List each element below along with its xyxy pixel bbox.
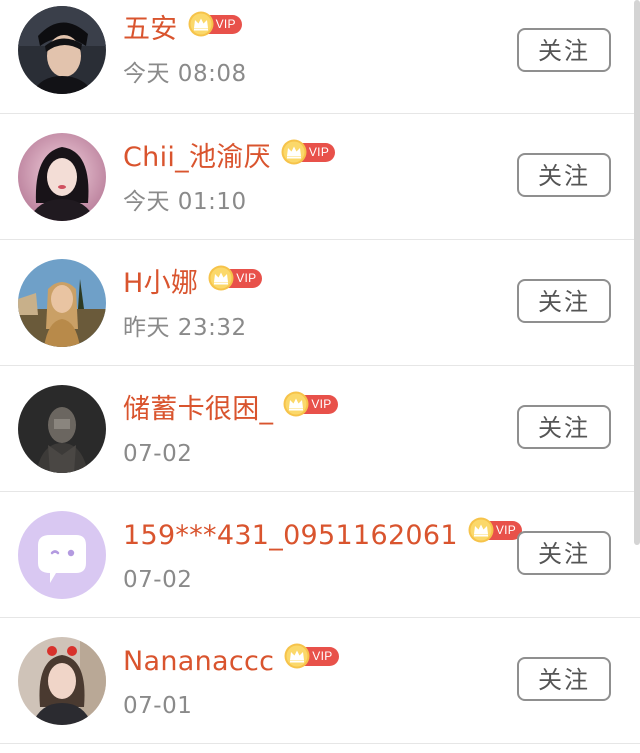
scrollbar[interactable] [634,0,640,545]
avatar[interactable] [18,637,106,725]
default-avatar-chat-bubble-icon [18,511,106,599]
follow-time: 07-01 [123,693,193,719]
user-name[interactable]: H小娜 [123,264,198,304]
follow-button[interactable]: 关注 [517,28,611,72]
vip-badge: VIP [283,391,338,417]
name-line: 159***431_0951162061 VIP [123,516,523,556]
name-line: 五安 VIP [123,10,242,50]
user-name[interactable]: Nananaccc [123,642,274,682]
list-item[interactable]: 储蓄卡很困_ VIP 07-02 关注 [0,366,640,492]
list-item[interactable]: 159***431_0951162061 VIP 07-02 关注 [0,492,640,618]
name-line: 储蓄卡很困_ VIP [123,390,338,430]
crown-icon [188,11,214,37]
follow-button[interactable]: 关注 [517,531,611,575]
name-line: Nananaccc VIP [123,642,339,682]
following-list: 五安 VIP 今天 08:08 关注 Chii_池渝厌 VIP 今天 01:10… [0,0,640,744]
follow-button[interactable]: 关注 [517,657,611,701]
avatar[interactable] [18,133,106,221]
follow-time: 07-02 [123,441,193,467]
male-portrait-icon [18,6,106,94]
user-name[interactable]: Chii_池渝厌 [123,138,271,178]
vip-badge: VIP [284,643,339,669]
list-item[interactable]: Chii_池渝厌 VIP 今天 01:10 关注 [0,114,640,240]
follow-time: 今天 01:10 [123,189,247,215]
female-portrait-icon [18,133,106,221]
crown-icon [283,391,309,417]
follow-time: 今天 08:08 [123,61,247,87]
follow-button[interactable]: 关注 [517,405,611,449]
avatar[interactable] [18,385,106,473]
dark-portrait-icon [18,385,106,473]
crown-icon [281,139,307,165]
crown-icon [208,265,234,291]
vip-badge: VIP [208,265,263,291]
user-name[interactable]: 五安 [123,10,178,50]
follow-button[interactable]: 关注 [517,153,611,197]
avatar[interactable] [18,6,106,94]
female-selfie-portrait-icon [18,637,106,725]
list-item[interactable]: 五安 VIP 今天 08:08 关注 [0,0,640,114]
avatar[interactable] [18,259,106,347]
list-item[interactable]: Nananaccc VIP 07-01 关注 [0,618,640,744]
vip-badge: VIP [468,517,523,543]
follow-time: 07-02 [123,567,193,593]
vip-badge: VIP [281,139,336,165]
name-line: Chii_池渝厌 VIP [123,138,336,178]
crown-icon [468,517,494,543]
vip-badge: VIP [188,11,242,37]
follow-button[interactable]: 关注 [517,279,611,323]
female-outdoor-portrait-icon [18,259,106,347]
follow-time: 昨天 23:32 [123,315,247,341]
avatar[interactable] [18,511,106,599]
name-line: H小娜 VIP [123,264,263,304]
crown-icon [284,643,310,669]
list-item[interactable]: H小娜 VIP 昨天 23:32 关注 [0,240,640,366]
user-name[interactable]: 储蓄卡很困_ [123,390,273,430]
user-name[interactable]: 159***431_0951162061 [123,516,458,556]
